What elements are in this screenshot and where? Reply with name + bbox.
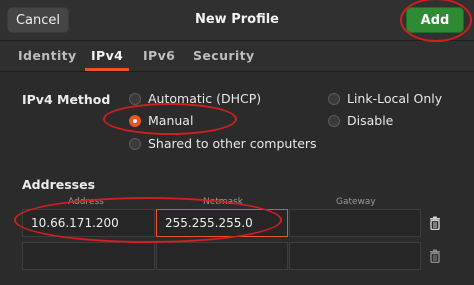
dialog-title: New Profile [194,12,279,27]
address-input[interactable] [22,242,155,270]
tab-bar: Identity IPv4 IPv6 Security [0,41,474,72]
netmask-input[interactable]: 255.255.255.0 [156,209,288,237]
tab-identity[interactable]: Identity [18,41,77,71]
ipv4-method-label: IPv4 Method [22,92,111,107]
add-button[interactable]: Add [406,7,464,33]
radio-button-icon [328,92,340,105]
trash-icon[interactable] [427,247,443,265]
addresses-label: Addresses [22,177,96,192]
radio-button-icon [328,114,340,127]
radio-automatic-dhcp[interactable]: Automatic (DHCP) [129,91,261,106]
trash-icon[interactable] [427,214,443,232]
tab-security[interactable]: Security [193,41,255,71]
radio-link-local[interactable]: Link-Local Only [328,91,442,106]
radio-shared[interactable]: Shared to other computers [129,136,317,151]
radio-label: Automatic (DHCP) [148,91,262,106]
netmask-column-header: Netmask [203,197,243,207]
tab-ipv4[interactable]: IPv4 [84,41,130,71]
radio-label: Link-Local Only [347,91,443,106]
gateway-input[interactable] [289,242,421,270]
radio-button-icon [129,114,141,127]
gateway-column-header: Gateway [336,197,376,207]
radio-label: Manual [148,113,194,128]
address-column-header: Address [68,197,104,207]
radio-label: Disable [347,113,394,128]
radio-button-icon [129,92,141,105]
radio-manual[interactable]: Manual [129,113,193,128]
address-input[interactable]: 10.66.171.200 [22,209,155,237]
ipv4-panel: IPv4 Method Automatic (DHCP) Manual Shar… [0,72,474,285]
radio-label: Shared to other computers [148,136,317,151]
netmask-input[interactable] [156,242,288,270]
radio-button-icon [129,137,141,150]
header-bar: Cancel New Profile Add [0,0,474,41]
radio-disable[interactable]: Disable [328,113,393,128]
tab-ipv6[interactable]: IPv6 [143,41,175,71]
gateway-input[interactable] [289,209,421,237]
